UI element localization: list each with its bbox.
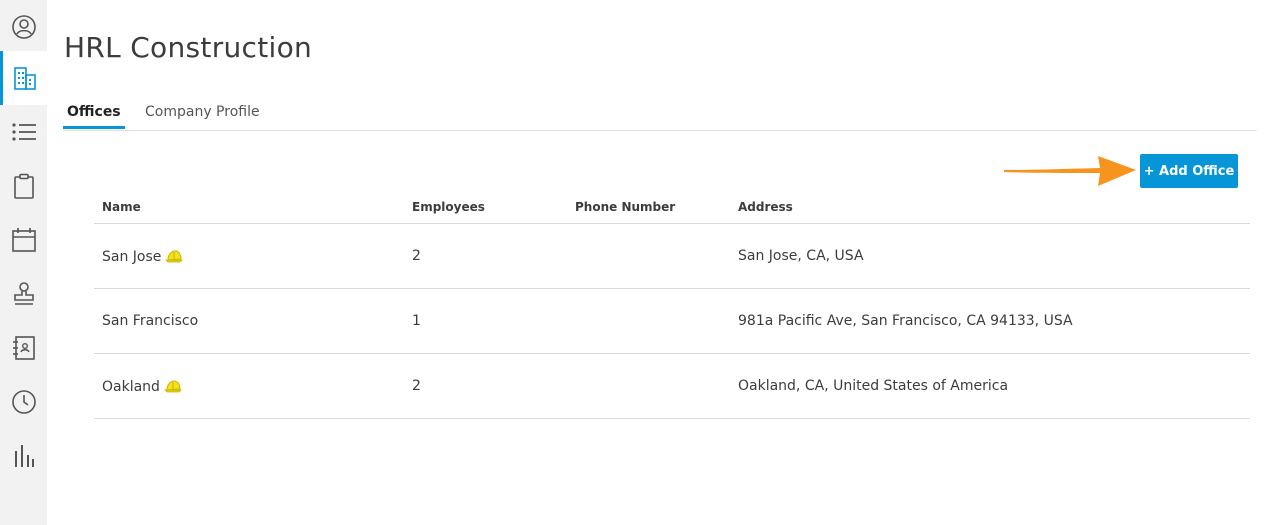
column-header-address[interactable]: Address bbox=[738, 200, 793, 214]
list-icon bbox=[11, 123, 36, 141]
annotation-arrow bbox=[1004, 156, 1136, 186]
office-name: San Jose bbox=[102, 249, 162, 265]
clock-icon bbox=[11, 390, 36, 414]
sidebar-item-profile[interactable] bbox=[0, 0, 47, 54]
hard-hat-icon bbox=[165, 250, 184, 263]
table-header: Name Employees Phone Number Address bbox=[94, 190, 1250, 224]
table-row[interactable]: Oakland 2 Oakland, CA, United States of … bbox=[94, 354, 1250, 419]
sidebar-item-reports[interactable] bbox=[0, 429, 47, 483]
office-name-cell: San Francisco bbox=[102, 313, 198, 329]
address-cell: 981a Pacific Ave, San Francisco, CA 9413… bbox=[738, 313, 1073, 329]
bar-chart-icon bbox=[14, 445, 34, 467]
table-row[interactable]: San Jose 2 San Jose, CA, USA bbox=[94, 224, 1250, 289]
stamp-icon bbox=[13, 282, 34, 305]
page-title: HRL Construction bbox=[64, 31, 313, 64]
sidebar-item-list[interactable] bbox=[0, 105, 47, 159]
user-circle-icon bbox=[11, 15, 36, 39]
building-icon bbox=[14, 67, 36, 90]
sidebar-item-calendar[interactable] bbox=[0, 213, 47, 267]
calendar-icon bbox=[11, 228, 36, 252]
column-header-name[interactable]: Name bbox=[102, 200, 141, 214]
sidebar-item-stamp[interactable] bbox=[0, 267, 47, 321]
tab-bar: Offices Company Profile bbox=[63, 96, 1257, 131]
sidebar-item-contacts[interactable] bbox=[0, 321, 47, 375]
employees-cell: 2 bbox=[412, 248, 421, 264]
contact-book-icon bbox=[12, 336, 35, 360]
office-name: San Francisco bbox=[102, 313, 199, 329]
table-row[interactable]: San Francisco 1 981a Pacific Ave, San Fr… bbox=[94, 289, 1250, 354]
address-cell: San Jose, CA, USA bbox=[738, 248, 864, 264]
main-content: HRL Construction Offices Company Profile… bbox=[47, 0, 1268, 525]
column-header-phone[interactable]: Phone Number bbox=[575, 200, 675, 214]
tab-offices[interactable]: Offices bbox=[63, 104, 125, 129]
offices-table: Name Employees Phone Number Address San … bbox=[94, 190, 1250, 419]
sidebar-item-clipboard[interactable] bbox=[0, 159, 47, 213]
employees-cell: 1 bbox=[412, 313, 421, 329]
office-name-cell: San Jose bbox=[102, 248, 184, 266]
office-name-cell: Oakland bbox=[102, 378, 182, 396]
column-header-employees[interactable]: Employees bbox=[412, 200, 485, 214]
address-cell: Oakland, CA, United States of America bbox=[738, 378, 1009, 394]
add-office-button[interactable]: + Add Office bbox=[1140, 154, 1238, 188]
clipboard-icon bbox=[13, 173, 34, 199]
employees-cell: 2 bbox=[412, 378, 421, 394]
sidebar-item-company[interactable] bbox=[0, 51, 47, 105]
tab-company-profile[interactable]: Company Profile bbox=[145, 104, 260, 129]
hard-hat-icon bbox=[163, 380, 182, 393]
sidebar bbox=[0, 0, 47, 525]
office-name: Oakland bbox=[102, 379, 160, 395]
sidebar-item-timesheet[interactable] bbox=[0, 375, 47, 429]
